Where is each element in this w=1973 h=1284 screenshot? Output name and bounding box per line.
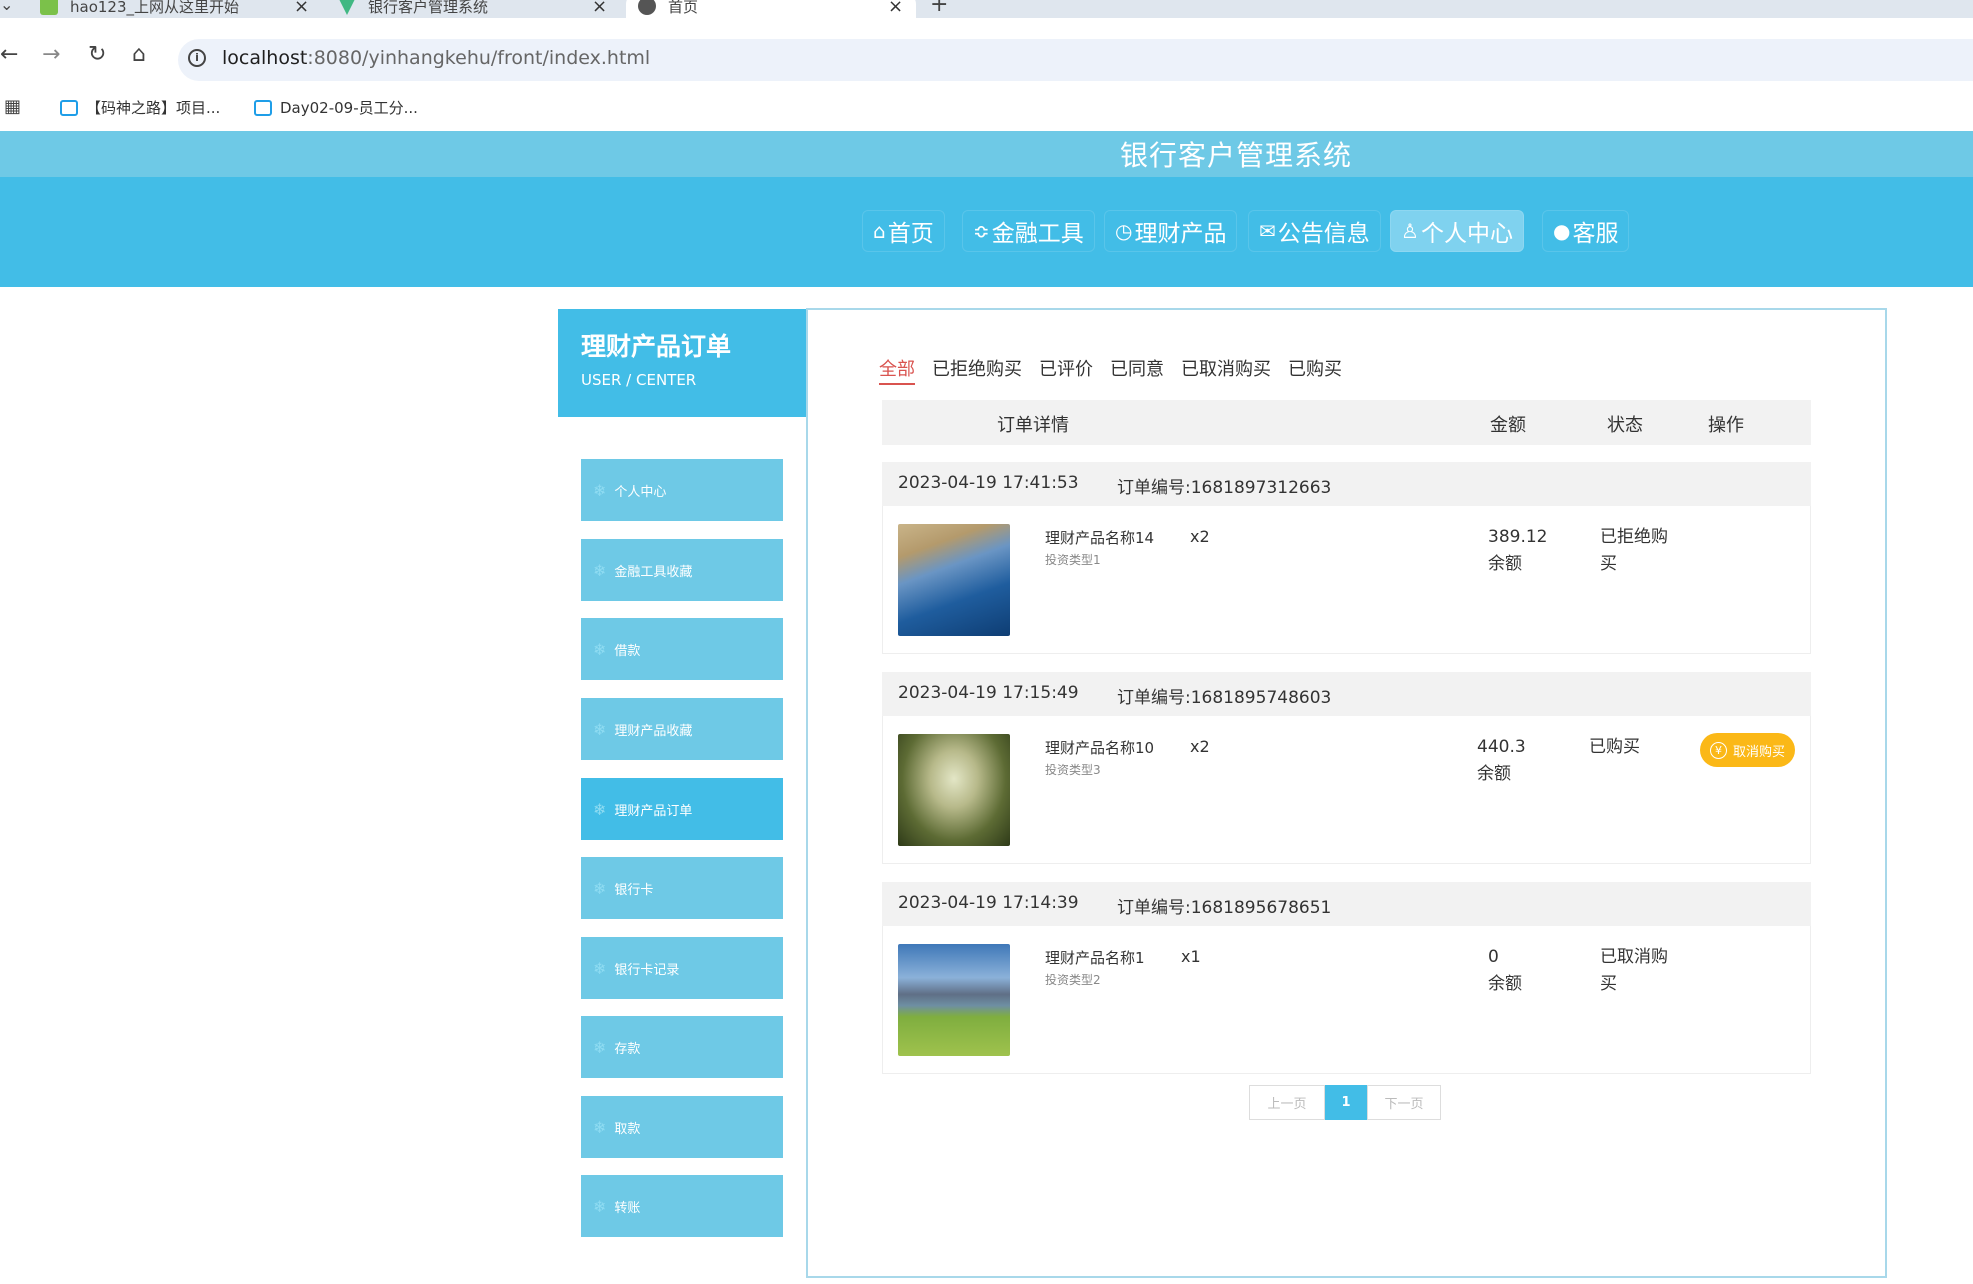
sidebar-item-product-favorites[interactable]: ❄ 理财产品收藏 bbox=[581, 698, 783, 760]
nav-customer-service[interactable]: ● 客服 bbox=[1542, 210, 1630, 252]
tab-close-icon[interactable]: × bbox=[592, 0, 607, 17]
product-thumbnail[interactable] bbox=[898, 524, 1010, 636]
nav-financial-tools[interactable]: ≎ 金融工具 bbox=[962, 210, 1095, 252]
header-status: 状态 bbox=[1607, 415, 1643, 436]
home-icon: ⌂ bbox=[873, 219, 886, 243]
sidebar-item-product-orders[interactable]: ❄ 理财产品订单 bbox=[581, 778, 783, 840]
user-icon: ♙ bbox=[1401, 219, 1419, 243]
header-amount: 金额 bbox=[1490, 415, 1526, 436]
product-quantity: x2 bbox=[1190, 527, 1210, 546]
snowflake-icon: ❄ bbox=[593, 560, 607, 580]
product-quantity: x1 bbox=[1181, 947, 1201, 966]
order-amount: 0 余额 bbox=[1488, 947, 1522, 994]
site-info-icon[interactable]: i bbox=[188, 49, 206, 67]
product-thumbnail[interactable] bbox=[898, 734, 1010, 846]
tab-home-active[interactable]: 首页 × bbox=[626, 0, 916, 18]
order-date: 2023-04-19 17:41:53 bbox=[898, 473, 1079, 493]
home-icon[interactable]: ⌂ bbox=[132, 44, 146, 66]
order-amount: 440.3 余额 bbox=[1477, 737, 1526, 784]
order-date: 2023-04-19 17:14:39 bbox=[898, 893, 1079, 913]
apps-grid-icon[interactable]: ▦ bbox=[4, 96, 21, 118]
snowflake-icon: ❄ bbox=[593, 878, 607, 898]
forward-icon[interactable]: → bbox=[42, 44, 60, 66]
tab-close-icon[interactable]: × bbox=[294, 0, 309, 17]
order-status: 已拒绝购买 bbox=[1600, 527, 1668, 574]
tab-bank-system[interactable]: 银行客户管理系统 × bbox=[338, 0, 618, 18]
prev-page-button[interactable]: 上一页 bbox=[1249, 1085, 1325, 1120]
vue-favicon-icon bbox=[338, 0, 356, 15]
nav-personal-center[interactable]: ♙ 个人中心 bbox=[1390, 210, 1524, 252]
header-action: 操作 bbox=[1708, 415, 1744, 436]
filter-tab-rejected[interactable]: 已拒绝购买 bbox=[932, 355, 1022, 381]
back-icon[interactable]: ← bbox=[0, 44, 18, 66]
sidebar-title: 理财产品订单 bbox=[581, 332, 732, 361]
sidebar-item-deposit[interactable]: ❄ 存款 bbox=[581, 1016, 783, 1078]
product-name[interactable]: 理财产品名称14 bbox=[1045, 527, 1154, 548]
product-type: 投资类型3 bbox=[1045, 763, 1101, 777]
sidebar-item-personal-center[interactable]: ❄ 个人中心 bbox=[581, 459, 783, 521]
nav-wealth-products[interactable]: ◷ 理财产品 bbox=[1104, 210, 1238, 252]
product-thumbnail[interactable] bbox=[898, 944, 1010, 1056]
sidebar-item-bank-card[interactable]: ❄ 银行卡 bbox=[581, 857, 783, 919]
product-name[interactable]: 理财产品名称1 bbox=[1045, 947, 1145, 968]
tab-list-chevron-icon[interactable]: ⌄ bbox=[0, 0, 13, 16]
yen-icon: ¥ bbox=[1710, 741, 1727, 759]
tab-close-icon[interactable]: × bbox=[888, 0, 903, 17]
page-number-current[interactable]: 1 bbox=[1325, 1085, 1367, 1120]
next-page-button[interactable]: 下一页 bbox=[1367, 1085, 1441, 1120]
site-title-bar bbox=[0, 131, 1973, 177]
snowflake-icon: ❄ bbox=[593, 1037, 607, 1057]
snowflake-icon: ❄ bbox=[593, 1117, 607, 1137]
hao123-favicon-icon bbox=[40, 0, 58, 15]
snowflake-icon: ❄ bbox=[593, 958, 607, 978]
new-tab-button[interactable]: + bbox=[930, 0, 948, 16]
order-date: 2023-04-19 17:15:49 bbox=[898, 683, 1079, 703]
globe-favicon-icon bbox=[638, 0, 656, 15]
sidebar-item-loan[interactable]: ❄ 借款 bbox=[581, 618, 783, 680]
bilibili-icon bbox=[60, 99, 78, 116]
sidebar-item-card-records[interactable]: ❄ 银行卡记录 bbox=[581, 937, 783, 999]
clock-icon: ◷ bbox=[1115, 219, 1133, 243]
filter-tab-approved[interactable]: 已同意 bbox=[1110, 355, 1164, 381]
snowflake-icon: ❄ bbox=[593, 480, 607, 500]
snowflake-icon: ❄ bbox=[593, 1196, 607, 1216]
mail-icon: ✉ bbox=[1259, 219, 1276, 243]
product-type: 投资类型1 bbox=[1045, 553, 1101, 567]
sidebar-item-withdraw[interactable]: ❄ 取款 bbox=[581, 1096, 783, 1158]
sidebar-header bbox=[558, 309, 806, 417]
sidebar-subtitle: USER / CENTER bbox=[581, 371, 697, 389]
product-type: 投资类型2 bbox=[1045, 973, 1101, 987]
order-number: 订单编号:1681897312663 bbox=[1117, 478, 1332, 498]
site-title: 银行客户管理系统 bbox=[1120, 139, 1353, 172]
filter-tab-reviewed[interactable]: 已评价 bbox=[1039, 355, 1093, 381]
url-text[interactable]: localhost:8080/yinhangkehu/front/index.h… bbox=[222, 47, 650, 69]
bookmark-item[interactable]: 【码神之路】项目... bbox=[60, 97, 220, 118]
snowflake-icon: ❄ bbox=[593, 799, 607, 819]
reload-icon[interactable]: ↻ bbox=[88, 44, 106, 66]
order-status: 已取消购买 bbox=[1600, 947, 1668, 994]
sidebar-item-tool-favorites[interactable]: ❄ 金融工具收藏 bbox=[581, 539, 783, 601]
sidebar-item-transfer[interactable]: ❄ 转账 bbox=[581, 1175, 783, 1237]
bilibili-icon bbox=[254, 99, 272, 116]
filter-tab-all[interactable]: 全部 bbox=[879, 355, 915, 385]
exchange-icon: ≎ bbox=[973, 219, 990, 243]
header-detail: 订单详情 bbox=[997, 415, 1069, 436]
product-name[interactable]: 理财产品名称10 bbox=[1045, 737, 1154, 758]
tab-hao123[interactable]: hao123_上网从这里开始 × bbox=[40, 0, 320, 18]
filter-tab-purchased[interactable]: 已购买 bbox=[1288, 355, 1342, 381]
filter-tab-cancelled[interactable]: 已取消购买 bbox=[1181, 355, 1271, 381]
nav-home[interactable]: ⌂ 首页 bbox=[862, 210, 945, 252]
order-number: 订单编号:1681895748603 bbox=[1117, 688, 1332, 708]
cancel-purchase-button[interactable]: ¥ 取消购买 bbox=[1700, 733, 1796, 767]
product-quantity: x2 bbox=[1190, 737, 1210, 756]
pagination: 上一页 1 下一页 bbox=[1249, 1085, 1441, 1120]
order-number: 订单编号:1681895678651 bbox=[1117, 898, 1332, 918]
snowflake-icon: ❄ bbox=[593, 719, 607, 739]
chat-icon: ● bbox=[1553, 219, 1571, 243]
order-status: 已购买 bbox=[1589, 737, 1640, 757]
bookmark-item[interactable]: Day02-09-员工分... bbox=[254, 97, 418, 118]
nav-announcements[interactable]: ✉ 公告信息 bbox=[1248, 210, 1381, 252]
order-amount: 389.12 余额 bbox=[1488, 527, 1548, 574]
snowflake-icon: ❄ bbox=[593, 639, 607, 659]
